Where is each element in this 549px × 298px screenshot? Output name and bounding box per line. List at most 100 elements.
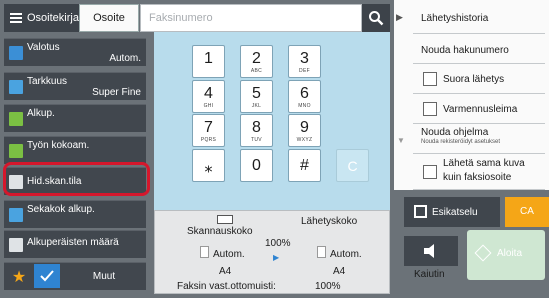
arrow-right-icon: ▶ <box>273 253 280 262</box>
start-button[interactable]: Aloita <box>467 230 545 280</box>
expand-icon[interactable]: ▶ <box>396 12 403 23</box>
recall-label: Nouda hakunumero <box>421 45 509 56</box>
exposure-value: Autom. <box>109 53 141 64</box>
original-count-label: Alkuperäisten määrä <box>27 237 119 248</box>
scan-size-mode: Autom. <box>213 249 245 260</box>
call-program-sublabel: Nouda rekisteröidyt asetukset <box>421 139 501 145</box>
address-book-icon <box>10 13 22 23</box>
send-size-label: Lähetyskoko <box>301 216 358 227</box>
scan-size-label: Skannauskoko <box>187 226 253 237</box>
tab-address-book[interactable]: Osoitekirja <box>4 4 79 32</box>
send-same-image-label: Lähetä sama kuva kuin faksiosoite <box>443 158 525 183</box>
key-letters: PQRS <box>200 137 217 143</box>
key-5[interactable]: 5 JKL <box>240 80 273 113</box>
fax-number-input[interactable]: Faksinumero <box>140 4 362 32</box>
original-label: Alkup. <box>27 108 55 119</box>
key-2[interactable]: 2 ABC <box>240 45 273 78</box>
send-page-icon <box>317 246 326 258</box>
call-program-label: Nouda ohjelma <box>421 127 489 138</box>
call-program-button[interactable]: Nouda ohjelma Nouda rekisteröidyt asetuk… <box>413 124 545 154</box>
speaker-label: Kaiutin <box>414 269 445 280</box>
recall-button[interactable]: Nouda hakunumero <box>413 34 545 64</box>
original-count-button[interactable]: Alkuperäisten määrä <box>4 230 146 258</box>
key-8[interactable]: 8 TUV <box>240 114 273 147</box>
start-label: Aloita <box>497 248 523 259</box>
original-count-icon <box>9 238 23 252</box>
key-1[interactable]: 1 <box>192 45 225 78</box>
speaker-button[interactable] <box>404 236 458 266</box>
key-hash[interactable]: # <box>288 149 321 182</box>
key-digit: 9 <box>300 119 309 136</box>
verification-stamp-option[interactable]: Varmennusleima <box>413 94 545 124</box>
key-digit: 1 <box>204 50 213 67</box>
preview-label: Esikatselu <box>432 207 478 218</box>
key-digit: 7 <box>204 119 213 136</box>
send-same-image-checkbox[interactable] <box>423 165 437 179</box>
job-build-button[interactable]: Työn kokoam. <box>4 136 146 164</box>
key-star[interactable]: ⁎ <box>192 149 225 182</box>
scroll-down-icon[interactable]: ▼ <box>397 136 405 145</box>
check-icon <box>40 270 54 282</box>
search-button[interactable] <box>362 4 390 32</box>
check-button[interactable] <box>34 264 60 288</box>
favorite-star-icon[interactable]: ★ <box>8 266 30 288</box>
direct-tx-checkbox[interactable] <box>423 72 437 86</box>
resolution-label: Tarkkuus <box>27 76 68 87</box>
resolution-button[interactable]: Tarkkuus Super Fine <box>4 72 146 100</box>
send-size-value: A4 <box>333 266 346 277</box>
send-same-image-option[interactable]: Lähetä sama kuva kuin faksiosoite <box>413 154 545 190</box>
original-button[interactable]: Alkup. <box>4 104 146 132</box>
more-button[interactable]: Muut <box>64 264 144 288</box>
key-letters: TUV <box>251 137 262 143</box>
original-icon <box>9 112 23 126</box>
more-label: Muut <box>92 270 116 282</box>
tab-address[interactable]: Osoite <box>79 4 139 32</box>
direct-tx-option[interactable]: Suora lähetys <box>413 64 545 94</box>
key-digit: 0 <box>252 157 261 174</box>
key-7[interactable]: 7 PQRS <box>192 114 225 147</box>
keypad-panel: 1 2 ABC 3 DEF 4 GHI 5 JKL 6 MNO 7 PQRS 8 TUV 9W… <box>154 32 390 210</box>
exposure-button[interactable]: Valotus Autom. <box>4 38 146 66</box>
history-button[interactable]: Lähetyshistoria <box>413 4 545 34</box>
key-letters: MNO <box>298 103 311 109</box>
key-3[interactable]: 3 DEF <box>288 45 321 78</box>
key-letters: JKL <box>251 103 262 109</box>
key-letters: DEF <box>299 68 310 74</box>
direct-tx-label: Suora lähetys <box>443 74 505 85</box>
key-6[interactable]: 6 MNO <box>288 80 321 113</box>
key-digit: 2 <box>252 50 261 67</box>
key-digit: 5 <box>252 85 261 102</box>
clear-key[interactable]: C <box>336 149 369 182</box>
key-0[interactable]: 0 <box>240 149 273 182</box>
key-letters: WXYZ <box>296 137 313 143</box>
preview-button[interactable]: Esikatselu <box>404 197 500 227</box>
mixed-original-button[interactable]: Sekakok alkup. <box>4 200 146 228</box>
search-icon <box>369 11 384 26</box>
settings-panel[interactable]: Skannauskoko Lähetyskoko 100% Autom. A4 … <box>154 210 390 294</box>
memory-value: 100% <box>315 281 341 292</box>
fax-number-placeholder: Faksinumero <box>149 12 213 24</box>
key-4[interactable]: 4 GHI <box>192 80 225 113</box>
tab-address-label: Osoite <box>93 12 125 24</box>
verification-stamp-checkbox[interactable] <box>423 102 437 116</box>
exposure-icon <box>9 46 23 60</box>
mixed-original-label: Sekakok alkup. <box>27 204 95 215</box>
history-label: Lähetyshistoria <box>421 13 489 24</box>
preview-icon <box>414 205 427 218</box>
key-digit: # <box>300 157 309 174</box>
tab-address-book-label: Osoitekirja <box>27 12 79 24</box>
key-digit: 3 <box>300 50 309 67</box>
original-size-icon <box>217 215 233 224</box>
exposure-label: Valotus <box>27 42 60 53</box>
key-9[interactable]: 9 WXYZ <box>288 114 321 147</box>
selection-highlight <box>3 162 150 196</box>
job-build-label: Työn kokoam. <box>27 140 90 151</box>
key-letters: ABC <box>250 68 263 74</box>
key-digit: ⁎ <box>204 159 213 176</box>
mixed-original-icon <box>9 208 23 222</box>
start-icon <box>474 244 492 262</box>
scan-page-icon <box>200 246 209 258</box>
ca-button[interactable]: CA <box>505 197 549 227</box>
key-letters: GHI <box>203 103 214 109</box>
key-digit: 4 <box>204 85 213 102</box>
